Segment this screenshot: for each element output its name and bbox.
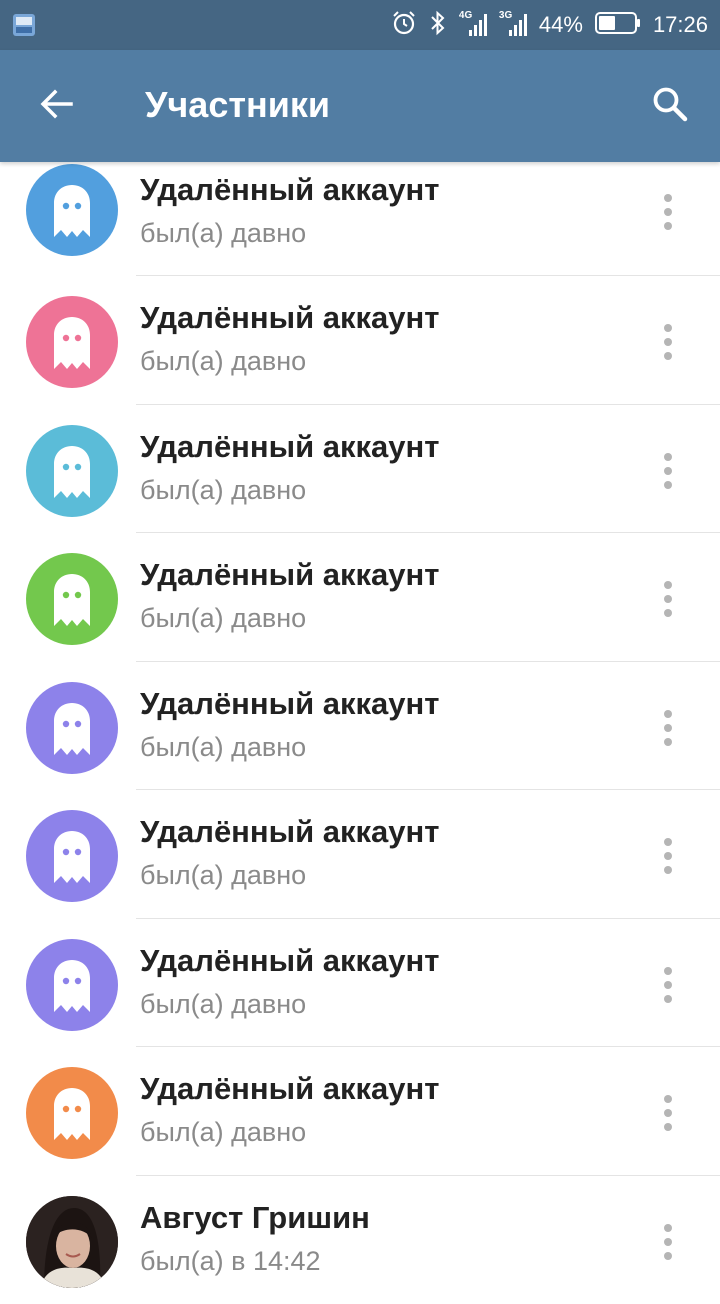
ghost-avatar-icon[interactable] [26,425,118,517]
status-bar: 4G 3G 44% 17:26 [0,0,720,50]
more-options-icon[interactable] [648,1212,688,1272]
ghost-avatar-icon[interactable] [26,553,118,645]
member-row[interactable]: Удалённый аккаунт был(а) давно [0,919,720,1048]
member-name: Удалённый аккаунт [140,429,439,465]
member-last-seen: был(а) давно [140,603,306,634]
ghost-avatar-icon[interactable] [26,682,118,774]
member-row[interactable]: Удалённый аккаунт был(а) давно [0,405,720,534]
search-button[interactable] [642,78,698,134]
battery-icon [595,11,641,40]
more-options-icon[interactable] [648,955,688,1015]
member-name: Удалённый аккаунт [140,814,439,850]
member-row[interactable]: Удалённый аккаунт был(а) давно [0,276,720,405]
member-last-seen: был(а) давно [140,732,306,763]
member-row[interactable]: Удалённый аккаунт был(а) давно [0,790,720,919]
avatar[interactable] [26,1196,118,1288]
more-options-icon[interactable] [648,182,688,242]
ghost-avatar-icon[interactable] [26,810,118,902]
more-options-icon[interactable] [648,1083,688,1143]
member-name: Удалённый аккаунт [140,172,439,208]
member-row[interactable]: Удалённый аккаунт был(а) давно [0,533,720,662]
member-row[interactable]: Август Гришин был(а) в 14:42 [0,1176,720,1304]
members-list: Удалённый аккаунт был(а) давно Удалённый … [0,162,720,1304]
member-last-seen: был(а) давно [140,475,306,506]
member-row[interactable]: Удалённый аккаунт был(а) давно [0,662,720,791]
member-name: Удалённый аккаунт [140,686,439,722]
member-name: Удалённый аккаунт [140,1071,439,1107]
member-row[interactable]: Удалённый аккаунт был(а) давно [0,1047,720,1176]
search-icon [651,85,689,128]
page-title: Участники [145,84,330,126]
battery-percent: 44% [539,12,583,38]
ghost-avatar-icon[interactable] [26,939,118,1031]
bluetooth-icon [429,10,447,41]
member-last-seen: был(а) давно [140,860,306,891]
member-name: Удалённый аккаунт [140,557,439,593]
ghost-avatar-icon[interactable] [26,1067,118,1159]
signal-3g-icon: 3G [499,10,527,40]
arrow-back-icon [38,86,74,127]
member-last-seen: был(а) давно [140,989,306,1020]
more-options-icon[interactable] [648,569,688,629]
more-options-icon[interactable] [648,441,688,501]
more-options-icon[interactable] [648,698,688,758]
ghost-avatar-icon[interactable] [26,296,118,388]
notification-icon [12,13,36,42]
member-name: Август Гришин [140,1200,370,1236]
member-last-seen: был(а) давно [140,346,306,377]
member-last-seen: был(а) давно [140,1117,306,1148]
alarm-icon [391,10,417,41]
member-name: Удалённый аккаунт [140,300,439,336]
more-options-icon[interactable] [648,312,688,372]
member-row[interactable]: Удалённый аккаунт был(а) давно [0,162,720,276]
clock: 17:26 [653,12,708,38]
member-last-seen: был(а) давно [140,218,306,249]
ghost-avatar-icon[interactable] [26,164,118,256]
more-options-icon[interactable] [648,826,688,886]
signal-4g-icon: 4G [459,10,487,40]
back-button[interactable] [28,78,84,134]
app-bar: Участники [0,50,720,162]
member-name: Удалённый аккаунт [140,943,439,979]
member-last-seen: был(а) в 14:42 [140,1246,321,1277]
